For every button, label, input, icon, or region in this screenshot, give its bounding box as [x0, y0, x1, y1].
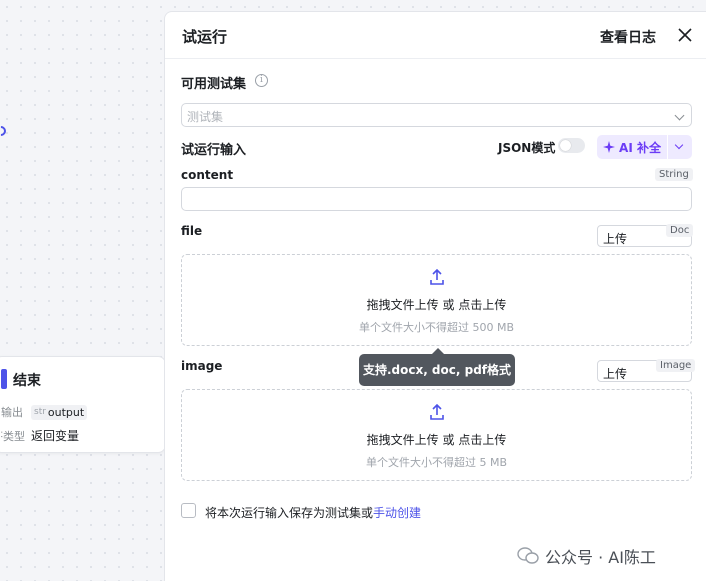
end-node-output-row: 输出 str output	[1, 404, 88, 420]
image-type-tag: Image	[656, 359, 696, 372]
json-mode-toggle[interactable]	[558, 138, 585, 153]
output-type-tag: str	[34, 407, 46, 417]
image-click-upload-link[interactable]: 点击上传	[458, 433, 506, 447]
image-mode-value: 上传	[603, 367, 628, 381]
file-type-tag: Doc	[666, 224, 694, 237]
watermark-text: 公众号 · AI陈工	[545, 548, 656, 567]
answer-type-label: 回答类型	[1, 429, 25, 443]
file-field-label: file	[181, 224, 203, 238]
test-run-panel: 试运行 查看日志 可用测试集 i 测试集 试运行输入 JSON模式 AI 补全 …	[164, 11, 706, 581]
testset-select[interactable]: 测试集	[181, 103, 692, 127]
output-variable-chip: str output	[31, 404, 88, 420]
content-input[interactable]	[181, 187, 692, 211]
content-type-tag: String	[655, 168, 693, 181]
upload-icon	[430, 403, 444, 420]
sparkle-icon	[603, 141, 616, 153]
testset-placeholder: 测试集	[187, 110, 224, 124]
json-mode-label: JSON模式	[498, 141, 556, 155]
save-testset-text: 将本次运行输入保存为测试集或手动创建	[205, 506, 422, 520]
chevron-down-icon	[674, 140, 684, 150]
ai-fill-dropdown[interactable]	[668, 135, 692, 159]
image-upload-limit: 单个文件大小不得超过 5 MB	[365, 456, 508, 469]
panel-header: 试运行 查看日志	[165, 12, 706, 59]
file-upload-text: 拖拽文件上传 或 点击上传	[366, 298, 507, 312]
close-icon[interactable]	[675, 25, 695, 45]
format-tooltip: 支持.docx, doc, pdf格式	[359, 348, 515, 386]
file-mode-value: 上传	[603, 232, 628, 246]
input-section-label: 试运行输入	[181, 143, 247, 158]
upload-icon	[430, 268, 444, 285]
output-name: output	[47, 405, 85, 419]
node-accent-bar	[1, 369, 7, 389]
file-click-upload-link[interactable]: 点击上传	[458, 298, 506, 312]
end-node[interactable]: 结束 输出 str output 回答类型 返回变量	[0, 356, 166, 453]
output-label: 输出	[1, 406, 23, 419]
end-node-answer-row: 回答类型 返回变量	[1, 427, 79, 444]
wechat-icon	[517, 547, 539, 564]
content-field-label: content	[181, 168, 234, 182]
end-node-title: 结束	[13, 373, 41, 389]
info-icon[interactable]: i	[255, 74, 268, 87]
chevron-down-icon	[674, 110, 685, 121]
image-upload-text: 拖拽文件上传 或 点击上传	[366, 433, 507, 447]
file-upload-limit: 单个文件大小不得超过 500 MB	[358, 321, 515, 334]
testset-label: 可用测试集	[181, 77, 247, 92]
ai-fill-label: AI 补全	[619, 140, 661, 155]
file-upload-area[interactable]: 拖拽文件上传 或 点击上传 单个文件大小不得超过 500 MB	[181, 254, 692, 346]
ai-fill-button[interactable]: AI 补全	[597, 135, 667, 159]
image-upload-area[interactable]: 拖拽文件上传 或 点击上传 单个文件大小不得超过 5 MB	[181, 389, 692, 481]
image-field-label: image	[181, 359, 223, 373]
watermark: 公众号 · AI陈工	[517, 544, 656, 568]
manual-create-link[interactable]: 手动创建	[373, 506, 421, 520]
view-logs-button[interactable]: 查看日志	[600, 27, 656, 47]
answer-type-value: 返回变量	[31, 429, 80, 443]
save-testset-checkbox[interactable]	[181, 503, 196, 518]
panel-title: 试运行	[182, 28, 228, 46]
